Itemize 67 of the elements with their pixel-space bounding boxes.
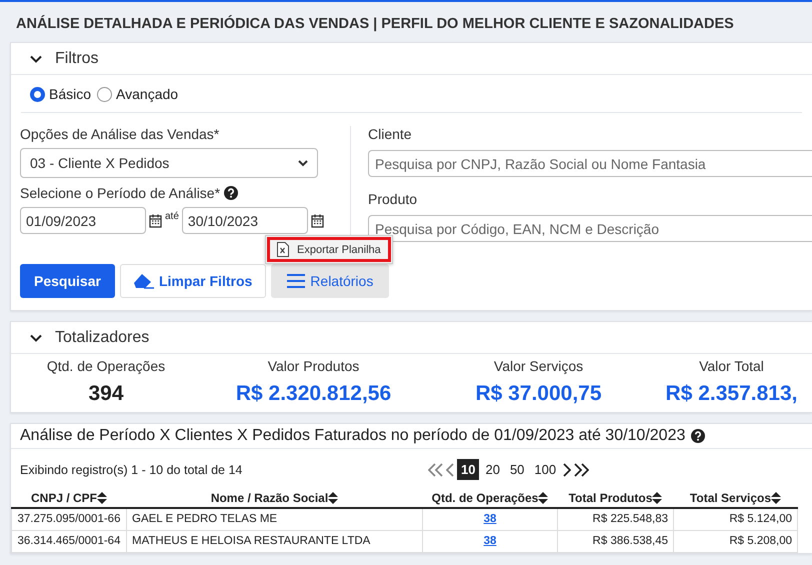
clear-filters-button[interactable]: Limpar Filtros [120,264,266,298]
report-title: Análise de Período X Clientes X Pedidos Faturados no período de 01/09/2023 até 30/10/2023 [20,427,686,445]
records-info: Exibindo registro(s) 1 - 10 do total de 14 [20,462,244,476]
field-label: Opções de Análise das Vendas* [20,126,220,142]
sort-icon[interactable] [538,492,548,504]
next-page-icon[interactable] [562,462,572,476]
total-label: Valor Total [699,358,764,374]
column-header[interactable]: Qtd. de Operações [432,490,538,505]
sort-icon[interactable] [328,492,338,504]
previous-page-icon[interactable] [446,462,455,476]
operations-link[interactable]: 38 [484,513,496,526]
last-page-icon[interactable] [573,462,590,476]
first-page-icon[interactable] [428,462,444,476]
eraser-icon [134,274,154,288]
table-cell: R$ 5.124,00 [729,513,792,526]
panel-title: Filtros [55,50,99,68]
product-search-field[interactable]: Pesquisa por Código, EAN, NCM e Descrição [368,215,812,242]
end-date-field[interactable]: 30/10/2023 [182,207,308,234]
page-size-option[interactable]: 50 [506,459,528,480]
radio-icon[interactable] [30,86,45,102]
table-cell: MATHEUS E HELOISA RESTAURANTE LTDA [132,535,370,548]
table-cell: GAEL E PEDRO TELAS ME [132,513,278,526]
total-value: R$ 2.357.813, [666,382,798,406]
help-icon[interactable] [224,186,238,200]
column-header[interactable]: Total Produtos [568,490,652,505]
total-value: R$ 37.000,75 [475,382,602,406]
page-title: ANÁLISE DETALHADA E PERIÓDICA DAS VENDAS | PERFIL DO MELHOR CLIENTE E SAZONALIDADES [15,14,735,34]
menu-icon [287,274,306,288]
field-label: Cliente [368,126,412,142]
panel-title: Totalizadores [55,328,150,346]
table-cell: R$ 5.208,00 [729,535,792,548]
operations-link[interactable]: 38 [484,535,496,548]
radio-icon[interactable] [97,86,112,102]
reports-button[interactable]: Relatórios [271,264,390,298]
sort-icon[interactable] [652,492,662,504]
total-value: 394 [88,382,124,406]
total-label: Valor Produtos [268,358,360,374]
sort-icon[interactable] [771,492,782,504]
page-size-option[interactable]: 20 [481,459,504,480]
total-label: Qtd. de Operações [46,358,166,374]
client-search-field[interactable]: Pesquisa por CNPJ, Razão Social ou Nome Fantasia [368,150,812,177]
column-header[interactable]: Total Serviços [690,490,772,505]
table-cell: R$ 386.538,45 [592,535,668,548]
calendar-icon[interactable] [310,214,324,228]
table-cell: 36.314.465/0001-64 [18,535,120,548]
calendar-icon[interactable] [149,214,162,228]
total-value: R$ 2.320.812,56 [236,382,392,406]
search-button[interactable]: Pesquisar [20,264,115,298]
total-label: Valor Serviços [494,358,584,374]
column-header[interactable]: Nome / Razão Social [210,490,328,505]
spreadsheet-icon [277,242,289,257]
caret-icon [298,160,308,166]
date-separator: até [165,211,179,222]
field-label: Produto [368,191,418,207]
help-icon[interactable] [691,429,706,443]
column-header[interactable]: CNPJ / CPF [30,490,97,505]
sort-icon[interactable] [97,492,107,504]
analysis-select[interactable]: 03 - Cliente X Pedidos [20,148,318,178]
start-date-field[interactable]: 01/09/2023 [20,207,146,234]
table-cell: R$ 225.548,83 [592,513,668,526]
page-size-option[interactable]: 10 [457,459,480,480]
table-cell: 37.275.095/0001-66 [18,513,120,526]
menu-item[interactable]: Exportar Planilha [267,237,391,262]
page-size-option[interactable]: 100 [530,459,560,480]
radio-option[interactable]: Avançado [97,86,178,102]
field-label: Selecione o Período de Análise* [20,185,220,201]
radio-option[interactable]: Básico [30,86,92,102]
